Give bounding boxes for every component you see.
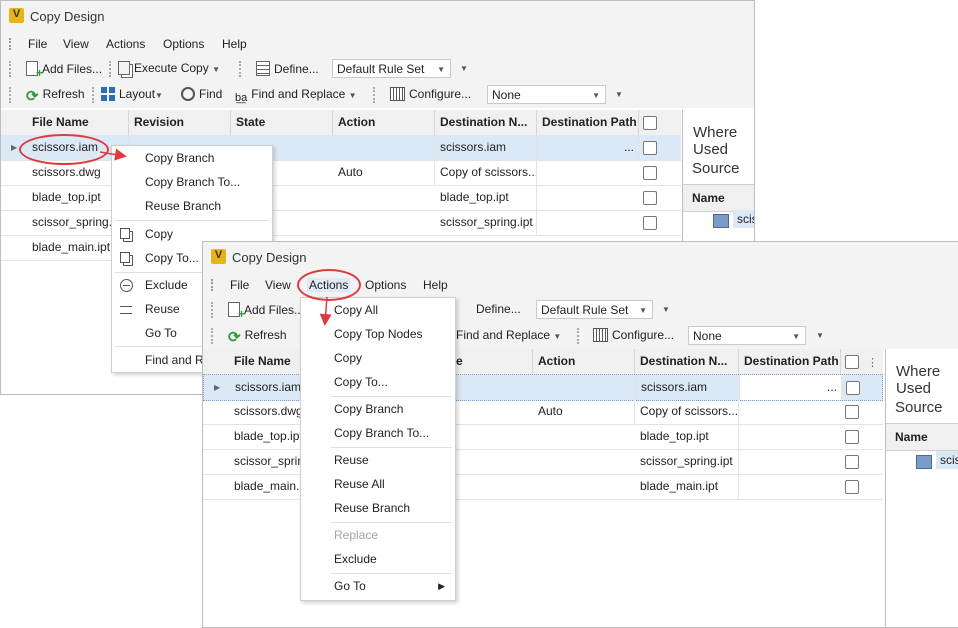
arrow-to-actions-menu xyxy=(319,296,332,326)
arrow-to-context-menu xyxy=(99,148,127,161)
annotation-arrows xyxy=(99,148,332,326)
